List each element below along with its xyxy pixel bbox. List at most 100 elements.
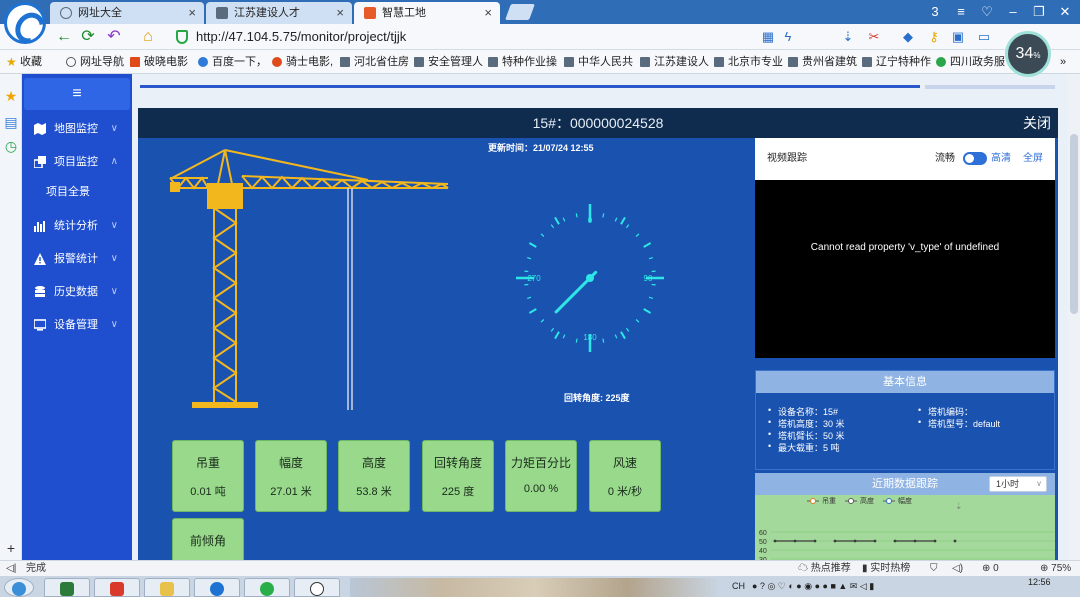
tab-count-button[interactable]: 3 (922, 0, 948, 24)
page-icon (488, 57, 498, 67)
tray-icons[interactable]: ● ? ◎ ♡ ◐ ● ◉ ● ● ■ ▲ ✉ ◁ ▮ (752, 576, 874, 597)
hot-recommend-link[interactable]: ☁ 热点推荐 (798, 561, 851, 577)
url-field[interactable]: http://47.104.5.75/monitor/project/tjjk (172, 27, 742, 47)
zoom-badge[interactable]: 34% (1005, 31, 1051, 77)
bookmark-item[interactable]: 特种作业操 (488, 54, 557, 70)
minimize-button[interactable]: – (1000, 0, 1026, 24)
bookmark-favorites[interactable]: ★ 收藏 (6, 54, 42, 70)
bookmark-item[interactable]: 百度一下， (198, 54, 267, 70)
download-count[interactable]: ⊕ 0 (982, 561, 999, 577)
bookmark-item[interactable]: 贵州省建筑 (788, 54, 857, 70)
bookmark-item[interactable]: 江苏建设人 (640, 54, 709, 70)
input-language[interactable]: CH (732, 576, 745, 597)
fullscreen-button[interactable]: 全屏 (1023, 138, 1043, 180)
browser-tab-strip: 网址大全 × 江苏建设人才 × 智慧工地 × 3 ≡ ♡ – ❐ ✕ (0, 0, 1080, 24)
windows-logo-icon (12, 582, 26, 596)
taskbar-app-wechat[interactable] (244, 578, 290, 597)
scissors-icon[interactable]: ✂ (866, 29, 882, 45)
database-icon (35, 286, 45, 297)
dial-label-180: 180 (583, 333, 597, 342)
speaker-icon[interactable]: ◁) (952, 561, 963, 577)
video-panel: 视频跟踪 流畅 高清 全屏 Cannot read property 'v_ty… (755, 138, 1055, 358)
recent-data-panel: 近期数据跟踪 1小时 ∨ 吊重 高度 幅度 ⇣ 60 50 40 30 (755, 473, 1055, 560)
sidebar-item-label: 历史数据 (54, 286, 98, 298)
menu-icon[interactable]: ≡ (948, 0, 974, 24)
sidebar-item-devices[interactable]: 设备管理 ∨ (22, 313, 132, 337)
quality-hd-label[interactable]: 高清 (991, 138, 1011, 180)
close-tab-icon[interactable]: × (188, 2, 196, 24)
tab-smart-site[interactable]: 智慧工地 × (354, 2, 500, 24)
sidebar-item-stats[interactable]: 统计分析 ∨ (22, 214, 132, 238)
bookmark-item[interactable]: 网址导航 (66, 54, 124, 70)
taskbar-app-browser[interactable] (194, 578, 240, 597)
sidebar-item-project[interactable]: 项目监控 ∧ (22, 150, 132, 174)
bookmarks-more[interactable]: » (1060, 54, 1066, 70)
add-icon[interactable]: + (3, 540, 19, 556)
screen-icon[interactable]: ▭ (976, 29, 992, 45)
close-window-button[interactable]: ✕ (1052, 0, 1078, 24)
sidebar-item-history[interactable]: 历史数据 ∨ (22, 280, 132, 304)
quality-toggle[interactable] (963, 152, 987, 165)
bookmark-item[interactable]: 骑士电影, (272, 54, 333, 70)
key-icon[interactable]: ⚷ (926, 29, 942, 45)
dial-tick (614, 217, 618, 222)
download-icon[interactable]: ⇣ (955, 501, 963, 511)
bookmark-item[interactable]: 中华人民共 (564, 54, 633, 70)
maximize-button[interactable]: ❐ (1026, 0, 1052, 24)
y-tick-50: 50 (759, 539, 767, 546)
video-player[interactable]: Cannot read property 'v_type' of undefin… (755, 180, 1055, 358)
bookmark-item[interactable]: 安全管理人 (414, 54, 483, 70)
home-icon[interactable]: ⌂ (138, 27, 158, 47)
bookmark-item[interactable]: 四川政务服 (936, 54, 1005, 70)
close-tab-icon[interactable]: × (484, 2, 492, 24)
notes-icon[interactable]: ▤ (3, 114, 19, 130)
history-icon[interactable]: ◷ (3, 138, 19, 154)
bookmark-item[interactable]: 河北省住房 (340, 54, 409, 70)
bookmark-item[interactable]: 辽宁特种作 (862, 54, 931, 70)
lightning-icon[interactable]: ϟ (780, 29, 796, 45)
wechat-icon (260, 582, 274, 596)
close-modal-button[interactable]: 关闭 (1020, 108, 1054, 138)
dial-tick (625, 224, 630, 229)
refresh-icon[interactable]: ⟳ (78, 27, 98, 47)
time-range-select[interactable]: 1小时 ∨ (989, 476, 1047, 492)
tab-nav-sites[interactable]: 网址大全 × (50, 2, 204, 24)
taskbar-app-p[interactable] (294, 578, 340, 597)
extension-icon[interactable]: ◆ (900, 29, 916, 45)
skin-icon[interactable]: ♡ (974, 0, 1000, 24)
start-button[interactable] (4, 578, 34, 597)
taskbar-app-terminal[interactable] (44, 578, 90, 597)
scrollbar-thumb[interactable] (1070, 134, 1078, 314)
menu-toggle-button[interactable]: ≡ (24, 78, 130, 110)
close-tab-icon[interactable]: × (336, 2, 344, 24)
sidebar-item-map[interactable]: 地图监控 ∨ (22, 117, 132, 141)
translate-icon[interactable]: ▣ (950, 29, 966, 45)
star-icon[interactable]: ★ (3, 88, 19, 104)
star-icon: ★ (6, 55, 17, 69)
tab-jiangsu[interactable]: 江苏建设人才 × (206, 2, 352, 24)
new-tab-button[interactable] (505, 4, 535, 20)
taskbar-app-wps[interactable] (94, 578, 140, 597)
panel-toggle-icon[interactable]: ◁| (6, 561, 16, 577)
qr-icon[interactable]: ▦ (760, 29, 776, 45)
undo-icon[interactable]: ↶ (104, 27, 124, 47)
series-point (853, 539, 857, 543)
address-bar: ← ⟳ ↶ ⌂ http://47.104.5.75/monitor/proje… (0, 24, 1080, 50)
sidebar-item-alarm[interactable]: 报警统计 ∨ (22, 247, 132, 271)
page-icon (714, 57, 724, 67)
bookmark-item[interactable]: 破晓电影 (130, 54, 188, 70)
submenu-project-overview[interactable]: 项目全景 (22, 180, 132, 204)
sidebar-item-label: 设备管理 (54, 319, 98, 331)
chevron-down-icon: ∨ (110, 286, 118, 297)
metric-card-wind: 风速 0 米/秒 (589, 440, 661, 512)
browser-logo-icon[interactable] (4, 2, 46, 44)
bookmark-item[interactable]: 北京市专业 (714, 54, 783, 70)
download-icon[interactable]: ⇣ (840, 29, 856, 45)
page-scrollbar[interactable] (1068, 74, 1080, 560)
shield-icon[interactable]: ⛉ (930, 561, 938, 577)
clock[interactable]: 12:56 (1028, 572, 1051, 593)
taskbar-app-folder[interactable] (144, 578, 190, 597)
legend-radius-marker (886, 498, 892, 504)
back-icon[interactable]: ← (54, 27, 74, 47)
hot-list-link[interactable]: ▮ 实时热榜 (862, 561, 910, 577)
